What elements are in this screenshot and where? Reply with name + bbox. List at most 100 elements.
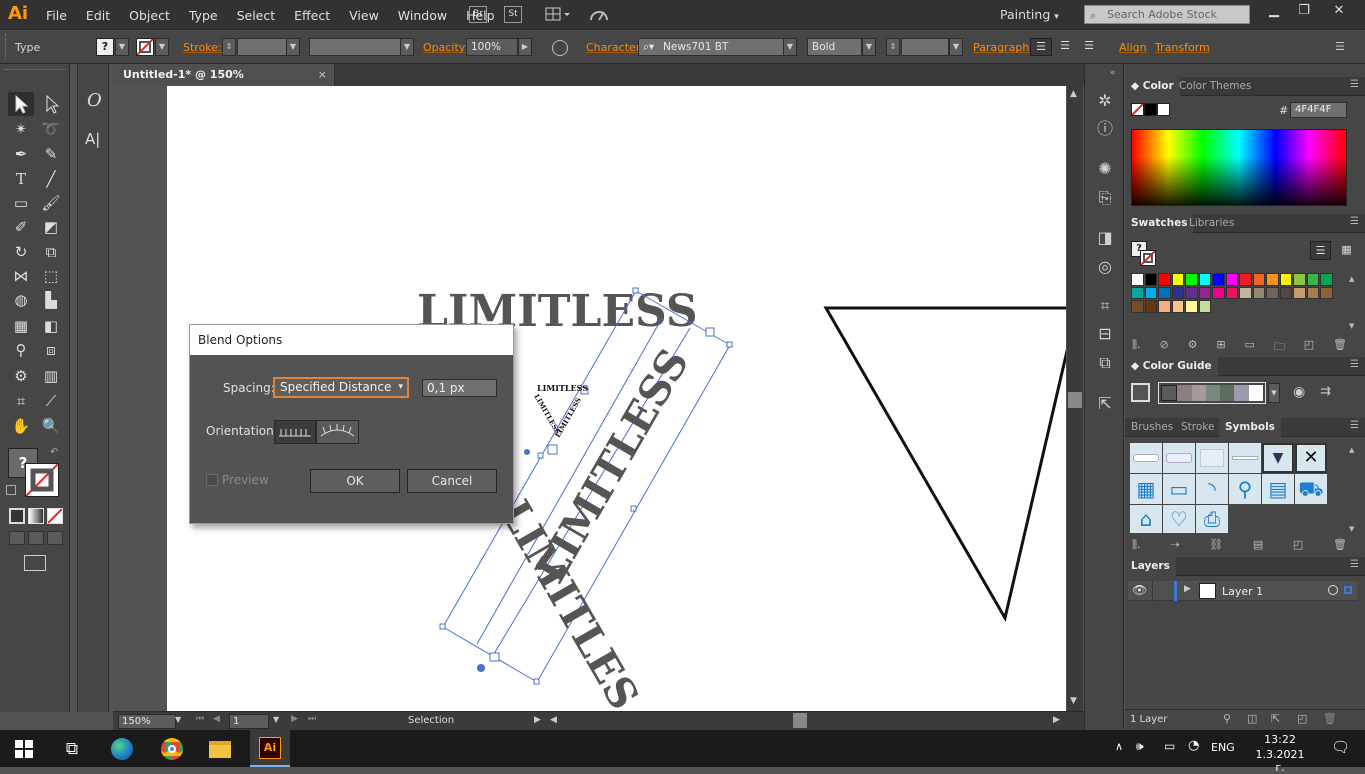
character-label[interactable]: Character:: [586, 41, 644, 54]
screen-mode-icon[interactable]: [24, 555, 46, 571]
new-symbol-icon[interactable]: ◰: [1293, 538, 1303, 552]
stroke-dropdown[interactable]: ▼: [155, 38, 169, 56]
variable-width-profile[interactable]: [309, 38, 403, 56]
layer-target-icon[interactable]: [1328, 585, 1338, 595]
font-style-dropdown[interactable]: ▼: [862, 38, 876, 56]
color-swatch[interactable]: [1158, 273, 1171, 286]
illustrator-taskbar-button[interactable]: Ai: [250, 730, 290, 767]
harmony-dropdown[interactable]: ▼: [1268, 383, 1280, 403]
color-mode-icon[interactable]: [9, 508, 25, 524]
draw-normal-icon[interactable]: [9, 531, 25, 545]
info-panel-icon[interactable]: ⓘ: [1095, 119, 1115, 139]
symbol-print-icon[interactable]: ⎙: [1196, 505, 1228, 533]
symbol-rss-icon[interactable]: ◝: [1196, 474, 1228, 504]
stock-button[interactable]: St: [504, 6, 522, 23]
new-sublayer-icon[interactable]: ⇱: [1271, 712, 1280, 725]
battery-icon[interactable]: ▭: [1164, 739, 1175, 753]
font-size-stepper[interactable]: ⇕: [886, 38, 900, 56]
edit-colors-icon[interactable]: ◉: [1293, 384, 1305, 400]
scale-tool-icon[interactable]: ⧉: [38, 240, 64, 264]
font-size-dropdown[interactable]: ▼: [949, 38, 963, 56]
align-panel-icon[interactable]: ⊟: [1095, 324, 1115, 344]
stroke-swatch[interactable]: [136, 38, 154, 56]
color-swatch[interactable]: [1212, 273, 1225, 286]
default-colors-icon[interactable]: [6, 485, 16, 495]
status-menu-arrow[interactable]: ▶: [534, 715, 541, 725]
hex-input[interactable]: 4F4F4F: [1290, 102, 1347, 118]
color-swatch[interactable]: [1171, 273, 1184, 286]
task-view-icon[interactable]: ⧉: [57, 735, 87, 763]
layer-selection-indicator[interactable]: [1344, 586, 1352, 594]
color-swatch[interactable]: [1239, 286, 1252, 299]
speaker-icon[interactable]: 🕪: [1136, 739, 1144, 754]
free-transform-tool-icon[interactable]: ⬚: [38, 264, 64, 288]
color-swatch[interactable]: [1266, 273, 1279, 286]
last-artboard-button[interactable]: ⏭: [308, 714, 316, 724]
language-indicator[interactable]: ENG: [1211, 741, 1235, 754]
color-swatch[interactable]: [1185, 273, 1198, 286]
tab-brushes[interactable]: Brushes: [1125, 418, 1179, 437]
document-tab[interactable]: Untitled-1* @ 150% (RGB/Preview) ×: [113, 64, 335, 103]
visibility-eye-icon[interactable]: 👁: [1132, 583, 1147, 597]
blend-anchor-point[interactable]: [477, 664, 485, 672]
toolbox-grip[interactable]: [4, 69, 66, 73]
stroke-weight-dropdown[interactable]: ▼: [286, 38, 300, 56]
color-swatch[interactable]: [1320, 286, 1333, 299]
artboard-dropdown[interactable]: ▼: [273, 715, 279, 724]
symbol-search-icon[interactable]: ⚲: [1229, 474, 1261, 504]
symbols-scroll-up[interactable]: ▲: [1349, 446, 1354, 454]
asset-export-icon[interactable]: ⎘: [1095, 188, 1115, 208]
arrange-documents-icon[interactable]: [545, 6, 571, 23]
color-swatch[interactable]: [1185, 286, 1198, 299]
color-swatch[interactable]: [1266, 286, 1279, 299]
color-swatch[interactable]: [1198, 273, 1211, 286]
symbol-heart-icon[interactable]: ♡: [1163, 505, 1195, 533]
pathfinder-panel-icon[interactable]: ⧉: [1095, 353, 1115, 373]
color-swatch[interactable]: [1225, 286, 1238, 299]
color-swatch[interactable]: [1279, 273, 1292, 286]
color-spectrum[interactable]: [1131, 129, 1347, 206]
color-swatch[interactable]: [1158, 300, 1171, 313]
menu-effect[interactable]: Effect: [294, 8, 330, 23]
align-center-icon[interactable]: ☰: [1054, 38, 1076, 56]
tab-color-themes[interactable]: Color Themes: [1173, 77, 1257, 96]
edge-browser-icon[interactable]: [107, 735, 137, 763]
color-swatch[interactable]: [1279, 286, 1292, 299]
restore-button[interactable]: ❐: [1293, 3, 1315, 23]
symbol-panel-icon[interactable]: [1196, 443, 1228, 473]
color-swatch[interactable]: [1293, 273, 1306, 286]
color-swatch[interactable]: [1198, 300, 1211, 313]
stroke-weight-stepper[interactable]: ⇕: [222, 38, 236, 56]
appearance-panel-icon[interactable]: ✲: [1095, 91, 1115, 111]
horizontal-scroll-thumb[interactable]: [793, 713, 807, 728]
symbol-calendar-icon[interactable]: ▦: [1130, 474, 1162, 504]
lasso-tool-icon[interactable]: ➰: [38, 117, 64, 141]
scroll-right-arrow[interactable]: ▶: [1053, 715, 1060, 725]
color-swatch[interactable]: [1171, 300, 1184, 313]
color-swatch[interactable]: [1131, 300, 1144, 313]
opacity-dropdown[interactable]: ▶: [518, 38, 532, 56]
menu-edit[interactable]: Edit: [86, 8, 110, 23]
tab-symbols[interactable]: Symbols: [1219, 418, 1281, 437]
menu-object[interactable]: Object: [129, 8, 170, 23]
blend-tool-icon[interactable]: ⧈: [38, 338, 64, 362]
font-style-field[interactable]: Bold: [807, 38, 862, 56]
collapse-panels-icon[interactable]: «: [1110, 68, 1116, 78]
blend-text-small[interactable]: LIMITLESS: [537, 383, 588, 393]
color-group-icon[interactable]: ⊞: [1216, 338, 1225, 357]
eyedropper-tool-icon[interactable]: ⚲: [8, 338, 34, 362]
tab-stroke[interactable]: Stroke: [1175, 418, 1220, 437]
color-swatch[interactable]: [1225, 273, 1238, 286]
swatch-scroll-up[interactable]: ▲: [1349, 275, 1354, 283]
control-bar-menu-icon[interactable]: ☰: [1335, 40, 1345, 53]
stroke-label[interactable]: Stroke:: [183, 41, 222, 54]
color-swatch[interactable]: [1212, 286, 1225, 299]
scroll-up-arrow[interactable]: ▲: [1070, 89, 1077, 99]
symbol-options-icon[interactable]: ▤: [1253, 538, 1263, 552]
symbols-panel-menu-icon[interactable]: ☰: [1350, 420, 1359, 431]
opacity-field[interactable]: 100%: [466, 38, 518, 56]
mesh-tool-icon[interactable]: ▦: [8, 314, 34, 338]
type-tool-icon[interactable]: T: [8, 167, 34, 191]
show-hidden-icons[interactable]: ∧: [1115, 740, 1123, 753]
color-swatch[interactable]: [1306, 273, 1319, 286]
